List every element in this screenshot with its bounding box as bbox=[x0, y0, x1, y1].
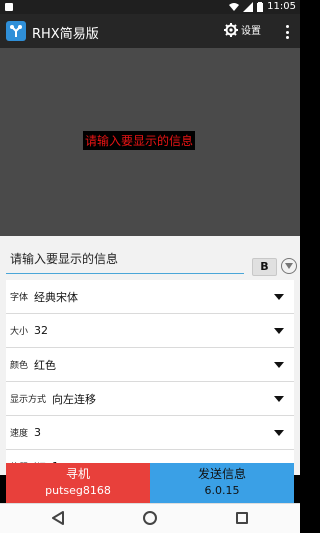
send-message-button[interactable]: 发送信息 6.0.15 bbox=[150, 463, 294, 503]
home-icon[interactable] bbox=[143, 511, 157, 525]
speed-select[interactable]: 速度 3 bbox=[6, 416, 294, 450]
display-mode-label: 显示方式 bbox=[10, 395, 47, 405]
system-nav-bar bbox=[0, 503, 300, 533]
dropdown-arrow-icon bbox=[274, 362, 284, 368]
recent-apps-icon[interactable] bbox=[236, 512, 248, 524]
overflow-menu-icon[interactable] bbox=[282, 23, 292, 41]
bold-button[interactable]: B bbox=[252, 258, 277, 276]
status-icons: 11:05 bbox=[229, 1, 296, 13]
option-list: 字体 经典宋体 大小 32 颜色 红色 显示方式 向左连移 速度 3 停留时间 … bbox=[6, 280, 294, 475]
color-select[interactable]: 颜色 红色 bbox=[6, 348, 294, 382]
status-bar: 11:05 bbox=[0, 0, 300, 14]
battery-icon bbox=[257, 2, 264, 12]
app-title: RHX简易版 bbox=[32, 27, 99, 42]
dropdown-arrow-icon bbox=[274, 430, 284, 436]
find-device-subtitle: putseg8168 bbox=[45, 484, 111, 497]
display-mode-select[interactable]: 显示方式 向左连移 bbox=[6, 382, 294, 416]
find-device-button[interactable]: 寻机 putseg8168 bbox=[6, 463, 150, 503]
color-label: 颜色 bbox=[10, 361, 29, 371]
size-select[interactable]: 大小 32 bbox=[6, 314, 294, 348]
speed-label: 速度 bbox=[10, 429, 29, 439]
dropdown-arrow-icon bbox=[274, 396, 284, 402]
find-device-title: 寻机 bbox=[65, 467, 90, 481]
preview-area: 请输入要显示的信息 bbox=[0, 48, 300, 236]
dropdown-arrow-icon bbox=[274, 294, 284, 300]
message-input-row: B bbox=[0, 236, 300, 280]
message-input[interactable] bbox=[6, 244, 244, 274]
app-notification-icon bbox=[5, 3, 13, 11]
version-label: 6.0.15 bbox=[204, 484, 240, 497]
font-value: 经典宋体 bbox=[34, 290, 79, 304]
app-bar: RHX简易版 设置 bbox=[0, 14, 300, 48]
back-icon[interactable] bbox=[52, 511, 64, 525]
display-mode-value: 向左连移 bbox=[52, 392, 97, 406]
settings-button[interactable]: 设置 bbox=[224, 22, 261, 37]
app-logo-icon bbox=[6, 21, 26, 41]
chevron-down-icon[interactable] bbox=[281, 258, 297, 274]
gear-icon bbox=[224, 22, 238, 37]
color-value: 红色 bbox=[34, 358, 57, 372]
font-label: 字体 bbox=[10, 293, 29, 303]
dropdown-arrow-icon bbox=[274, 328, 284, 334]
preview-text: 请输入要显示的信息 bbox=[83, 131, 196, 150]
signal-icon bbox=[243, 2, 254, 12]
wifi-icon bbox=[229, 3, 240, 11]
size-value: 32 bbox=[34, 324, 49, 337]
speed-value: 3 bbox=[34, 426, 42, 439]
size-label: 大小 bbox=[10, 327, 29, 337]
font-select[interactable]: 字体 经典宋体 bbox=[6, 280, 294, 314]
settings-label: 设置 bbox=[241, 26, 261, 37]
settings-form: B 字体 经典宋体 大小 32 颜色 红色 显示方式 向左连移 速度 3 bbox=[0, 236, 300, 475]
status-time: 11:05 bbox=[267, 1, 296, 12]
send-message-title: 发送信息 bbox=[197, 467, 246, 481]
